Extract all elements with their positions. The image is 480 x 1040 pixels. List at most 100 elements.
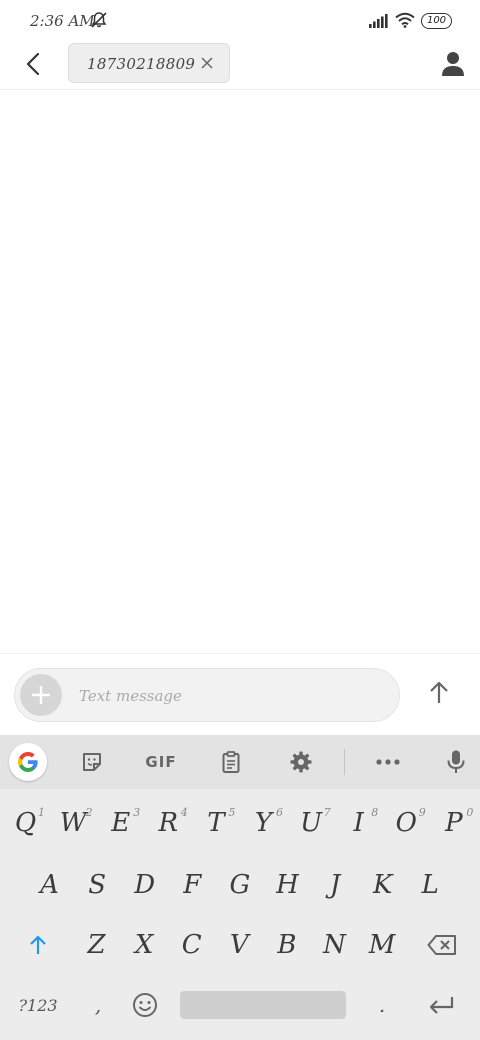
enter-icon (429, 997, 454, 1014)
gif-label: GIF (145, 753, 177, 771)
key-label: W (59, 808, 87, 838)
key-number-hint: 9 (418, 806, 426, 819)
key-number-hint: 3 (133, 806, 141, 819)
key-v[interactable]: V (216, 919, 263, 971)
send-arrow-icon[interactable] (422, 676, 456, 710)
key-m[interactable]: M (359, 919, 406, 971)
clipboard-icon (222, 751, 240, 773)
key-label: G (229, 870, 251, 900)
key-w[interactable]: W2 (50, 797, 97, 849)
key-label: L (421, 870, 439, 900)
key-number-hint: 2 (85, 806, 93, 819)
emoji-icon (133, 993, 157, 1017)
attach-button[interactable] (20, 674, 62, 716)
key-label: X (134, 930, 154, 960)
key-number-hint: 7 (323, 806, 331, 819)
shift-arrow-icon (30, 935, 46, 954)
key-b[interactable]: B (263, 919, 310, 971)
more-button[interactable] (370, 743, 406, 781)
key-j[interactable]: J (312, 859, 359, 911)
shift-key[interactable] (12, 919, 64, 971)
key-number-hint: 6 (276, 806, 283, 819)
key-number-hint: 0 (466, 806, 474, 819)
space-bar[interactable] (180, 991, 346, 1019)
key-label: J (329, 870, 341, 900)
gif-button[interactable]: GIF (138, 743, 184, 781)
key-label: P (445, 808, 463, 838)
key-n[interactable]: N (311, 919, 358, 971)
key-x[interactable]: X (121, 919, 168, 971)
wifi-icon (395, 12, 415, 28)
recipient-number: 18730218809 (87, 55, 196, 73)
symbols-label: ?123 (18, 995, 58, 1015)
key-label: S (88, 870, 106, 900)
voice-input-button[interactable] (438, 743, 474, 781)
recipient-chip[interactable]: 18730218809 (68, 43, 230, 83)
key-t[interactable]: T5 (192, 797, 239, 849)
key-i[interactable]: I8 (335, 797, 382, 849)
keyboard: G I F Q 1 W 2 E 3 R 4 T 5 Y 6 U 7 I 8 O 9 … (0, 735, 480, 1040)
key-k[interactable]: K (359, 859, 406, 911)
key-p[interactable]: P0 (430, 797, 477, 849)
key-label: Y (254, 808, 273, 838)
contact-icon[interactable] (438, 48, 468, 80)
key-h[interactable]: H (264, 859, 311, 911)
toolbar-divider (344, 749, 345, 775)
settings-button[interactable] (283, 743, 319, 781)
key-s[interactable]: S (74, 859, 121, 911)
close-icon[interactable] (199, 55, 215, 71)
key-u[interactable]: U7 (288, 797, 335, 849)
battery-icon: 100 (421, 13, 452, 29)
key-label: N (323, 930, 346, 960)
key-label: I (353, 808, 364, 838)
key-o[interactable]: O9 (383, 797, 430, 849)
status-time: 2:36 AM (30, 12, 95, 30)
key-label: Z (87, 930, 106, 960)
key-label: Q (14, 808, 37, 838)
clipboard-button[interactable] (213, 743, 249, 781)
compose-field (14, 668, 400, 722)
signal-icon (369, 14, 388, 28)
status-bar: 2:36 AM 100 (0, 0, 480, 42)
comma-key[interactable]: , (76, 979, 120, 1031)
key-label: K (372, 870, 393, 900)
key-l[interactable]: L (407, 859, 454, 911)
key-label: B (277, 930, 297, 960)
sticker-button[interactable] (74, 743, 110, 781)
key-label: D (134, 870, 156, 900)
key-label: F (183, 870, 202, 900)
enter-key[interactable] (414, 979, 468, 1031)
key-label: E (111, 808, 131, 838)
message-list[interactable] (0, 91, 480, 653)
message-input[interactable] (79, 683, 379, 709)
key-label: O (395, 808, 417, 838)
key-label: U (300, 808, 323, 838)
symbols-key[interactable]: ?123 (6, 979, 70, 1031)
key-f[interactable]: F (169, 859, 216, 911)
key-z[interactable]: Z (73, 919, 120, 971)
key-e[interactable]: E3 (97, 797, 144, 849)
google-button[interactable] (9, 743, 47, 781)
key-number-hint: 5 (228, 806, 236, 819)
key-g[interactable]: G (216, 859, 263, 911)
key-c[interactable]: C (168, 919, 215, 971)
key-label: C (181, 930, 202, 960)
period-label: . (378, 993, 386, 1017)
key-d[interactable]: D (121, 859, 168, 911)
key-label: A (40, 870, 59, 900)
key-q[interactable]: Q1 (2, 797, 49, 849)
period-key[interactable]: . (360, 979, 404, 1031)
settings-icon (290, 751, 312, 773)
backspace-key[interactable] (416, 919, 468, 971)
plus-icon (32, 686, 50, 704)
key-a[interactable]: A (26, 859, 73, 911)
emoji-key[interactable] (122, 979, 168, 1031)
battery-level: 100 (426, 15, 447, 26)
key-label: R (158, 808, 179, 838)
back-arrow-icon[interactable] (18, 48, 50, 80)
key-r[interactable]: R4 (145, 797, 192, 849)
conversation-header: 18730218809 (0, 42, 480, 90)
key-y[interactable]: Y6 (240, 797, 287, 849)
key-label: T (207, 808, 225, 838)
more-icon (376, 759, 400, 765)
